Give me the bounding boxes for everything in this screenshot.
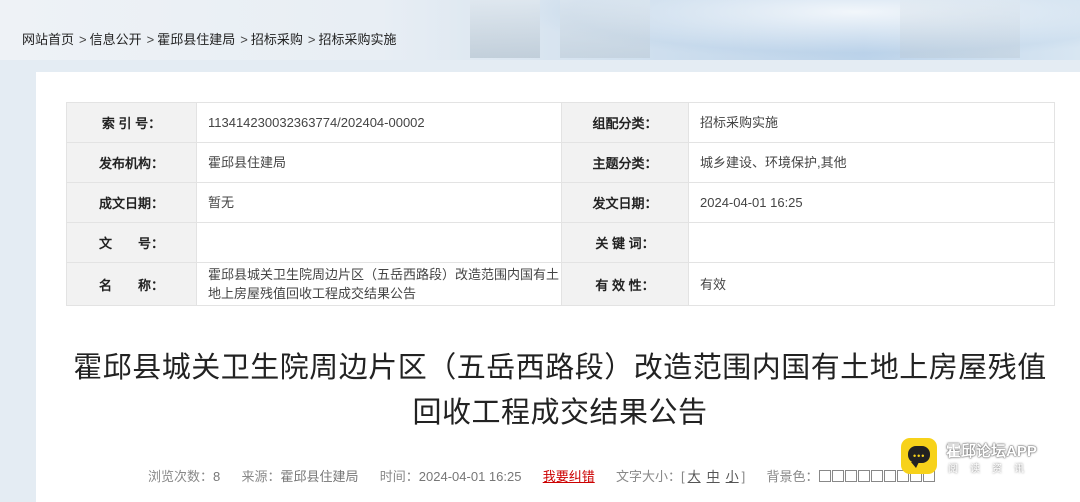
topic-value: 城乡建设、环境保护,其他 xyxy=(688,142,1055,183)
views-count: 8 xyxy=(213,469,221,484)
bg-color-label: 背景色： xyxy=(766,469,819,484)
issue-date-label: 发文日期： xyxy=(561,182,689,223)
article-title-line: 霍邱县城关卫生院周边片区（五岳西路段）改造范围内国有土地上房屋残值 xyxy=(73,352,1047,384)
bg-color-swatch[interactable] xyxy=(818,470,831,482)
written-date-value: 暂无 xyxy=(196,182,562,223)
font-size-close: ] xyxy=(741,469,746,484)
written-date-label: 成文日期： xyxy=(66,182,197,223)
watermark-app-name: 霍邱论坛APP xyxy=(946,443,1037,460)
article-info-bar: 浏览次数：8 来源：霍邱县住建局 时间：2024-04-01 16:25 我要纠… xyxy=(148,466,936,485)
metadata-row: 索 引 号： 113414230032363774/202404-00002 组… xyxy=(66,102,1055,143)
breadcrumb-info-public[interactable]: 信息公开 xyxy=(90,32,142,47)
banner-building xyxy=(470,0,540,58)
breadcrumb-separator: > xyxy=(146,32,155,47)
metadata-row: 成文日期： 暂无 发文日期： 2024-04-01 16:25 xyxy=(66,182,1055,223)
metadata-row: 发布机构： 霍邱县住建局 主题分类： 城乡建设、环境保护,其他 xyxy=(66,142,1055,183)
category-value: 招标采购实施 xyxy=(688,102,1055,143)
font-size-label: 文字大小：[ xyxy=(615,469,685,484)
validity-label: 有 效 性： xyxy=(561,262,689,306)
index-number-value: 113414230032363774/202404-00002 xyxy=(196,102,562,143)
app-watermark: ••• 霍邱论坛APP 阅读资讯 xyxy=(898,436,1080,493)
keywords-label: 关 键 词： xyxy=(561,222,689,263)
source-label: 来源： xyxy=(241,469,281,484)
banner-building xyxy=(560,0,650,58)
doc-number-label: 文 号： xyxy=(66,222,197,263)
publisher-label: 发布机构： xyxy=(66,142,197,183)
publisher-value: 霍邱县住建局 xyxy=(196,142,562,183)
watermark-sub: 阅读资讯 xyxy=(948,464,1036,475)
topic-label: 主题分类： xyxy=(561,142,689,183)
metadata-row: 文 号： 关 键 词： xyxy=(66,222,1055,263)
validity-value: 有效 xyxy=(688,262,1055,306)
breadcrumb-separator: > xyxy=(240,32,248,47)
font-size-medium-link[interactable]: 中 xyxy=(707,469,720,484)
chat-bubble-icon: ••• xyxy=(901,438,937,474)
breadcrumb-procurement[interactable]: 招标采购 xyxy=(251,32,303,47)
bg-color-swatch[interactable] xyxy=(844,470,857,482)
views-label: 浏览次数： xyxy=(148,469,214,484)
source-value: 霍邱县住建局 xyxy=(280,469,359,484)
index-number-label: 索 引 号： xyxy=(66,102,197,143)
breadcrumb-procurement-impl[interactable]: 招标采购实施 xyxy=(318,32,396,47)
bg-color-swatch[interactable] xyxy=(883,470,896,482)
font-size-large-link[interactable]: 大 xyxy=(688,469,701,484)
bg-color-swatch[interactable] xyxy=(831,470,844,482)
category-label: 组配分类： xyxy=(561,102,689,143)
keywords-value xyxy=(688,222,1055,263)
breadcrumb-separator: > xyxy=(79,32,87,47)
metadata-table: 索 引 号： 113414230032363774/202404-00002 组… xyxy=(66,102,1055,306)
breadcrumb-home[interactable]: 网站首页 xyxy=(22,32,74,47)
issue-date-value: 2024-04-01 16:25 xyxy=(688,182,1055,223)
breadcrumb-separator: > xyxy=(307,32,316,47)
metadata-row: 名 称： 霍邱县城关卫生院周边片区（五岳西路段）改造范围内国有土地上房屋残值回收… xyxy=(66,262,1055,306)
time-value: 2024-04-01 16:25 xyxy=(418,469,522,484)
article-title: 霍邱县城关卫生院周边片区（五岳西路段）改造范围内国有土地上房屋残值 回收工程成交… xyxy=(60,346,1060,436)
banner-building xyxy=(900,0,1020,58)
name-value: 霍邱县城关卫生院周边片区（五岳西路段）改造范围内国有土地上房屋残值回收工程成交结… xyxy=(196,262,562,306)
bg-color-swatch[interactable] xyxy=(870,470,883,482)
name-label: 名 称： xyxy=(66,262,197,306)
time-label: 时间： xyxy=(379,469,419,484)
doc-number-value xyxy=(196,222,562,263)
breadcrumb: 网站首页 > 信息公开 > 霍邱县住建局 > 招标采购 > 招标采购实施 xyxy=(22,29,399,48)
breadcrumb-bureau[interactable]: 霍邱县住建局 xyxy=(157,32,235,47)
article-title-line: 回收工程成交结果公告 xyxy=(412,397,708,429)
bg-color-swatch[interactable] xyxy=(857,470,870,482)
report-error-link[interactable]: 我要纠错 xyxy=(543,469,595,484)
font-size-small-link[interactable]: 小 xyxy=(726,469,739,484)
